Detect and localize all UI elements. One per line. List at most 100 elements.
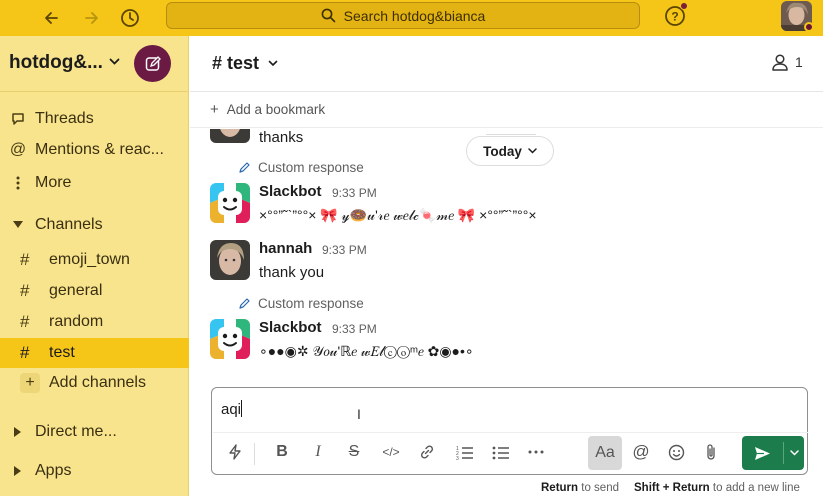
sidebar-item-test[interactable]: # test — [0, 338, 189, 368]
sidebar-item-label: Threads — [35, 110, 94, 127]
sender-name[interactable]: Slackbot — [259, 183, 322, 200]
message-text: thanks — [259, 129, 304, 146]
threads-icon — [8, 111, 28, 127]
sidebar: hotdog&... Threads @ Mentions & reac... … — [0, 36, 189, 496]
hash-icon: # — [20, 250, 30, 269]
custom-response-text: Custom response — [258, 296, 364, 311]
link-icon[interactable] — [412, 437, 442, 467]
ordered-list-icon[interactable]: 123 — [449, 437, 479, 467]
custom-response-label: Custom response — [238, 160, 364, 175]
sidebar-item-emoji-town[interactable]: # emoji_town — [0, 246, 189, 274]
sidebar-item-more[interactable]: More — [0, 169, 189, 197]
presence-dot — [804, 22, 814, 32]
formatting-toolbar: B I S </> 123 Aa @ — [213, 432, 808, 474]
add-channels-label: Add channels — [49, 374, 146, 391]
sidebar-item-threads[interactable]: Threads — [0, 105, 189, 133]
channels-section-label: Channels — [35, 216, 103, 233]
sidebar-item-label: More — [35, 174, 72, 191]
add-bookmark-link[interactable]: Add a bookmark — [227, 102, 325, 117]
shortcuts-lightning-icon[interactable] — [220, 437, 250, 467]
direct-messages-section-toggle[interactable]: Direct me... — [0, 418, 189, 446]
newline-hint: Shift + Return to add a new line — [634, 482, 800, 494]
sidebar-item-random[interactable]: # random — [0, 308, 189, 336]
custom-response-text: Custom response — [258, 160, 364, 175]
compose-button[interactable] — [134, 45, 171, 82]
notification-dot — [680, 2, 688, 10]
plus-icon[interactable]: + — [210, 101, 219, 118]
chevron-down-icon — [789, 450, 799, 456]
search-icon — [321, 8, 335, 23]
sender-name[interactable]: hannah — [259, 240, 312, 257]
caret-right-icon — [8, 466, 28, 476]
at-icon: @ — [9, 141, 27, 158]
workspace-header[interactable]: hotdog&... — [0, 36, 189, 92]
svg-text:3: 3 — [456, 456, 459, 460]
hash-icon: # — [20, 312, 30, 331]
pencil-icon — [239, 297, 250, 309]
direct-messages-label: Direct me... — [35, 423, 117, 440]
strikethrough-icon[interactable]: S — [339, 437, 369, 467]
member-count-button[interactable]: 1 — [771, 53, 803, 71]
formatting-toggle-label: Aa — [595, 444, 615, 461]
sidebar-item-general[interactable]: # general — [0, 277, 189, 305]
bold-icon[interactable]: B — [267, 437, 297, 467]
schedule-send-button[interactable] — [784, 436, 804, 470]
chevron-down-icon[interactable] — [109, 58, 120, 66]
chevron-down-icon[interactable] — [268, 60, 278, 67]
slackbot-avatar[interactable] — [210, 183, 250, 223]
more-horizontal-icon[interactable] — [521, 437, 551, 467]
sidebar-item-mentions[interactable]: @ Mentions & reac... — [0, 136, 189, 164]
message-text: ∘●●◉✲ 𝒴𝑜𝓊'ℝ𝑒 𝓌𝐸𝓁ⓒⓞᵐ𝑒 ✿◉●•∘ — [259, 343, 474, 359]
message-input[interactable]: aqi — [221, 400, 243, 418]
code-icon[interactable]: </> — [376, 437, 406, 467]
slackbot-avatar[interactable] — [210, 319, 250, 359]
add-channels-button[interactable]: + Add channels — [0, 369, 189, 397]
workspace-name[interactable]: hotdog&... — [9, 52, 103, 74]
sidebar-item-label: Mentions & reac... — [35, 141, 164, 158]
svg-text:?: ? — [671, 10, 678, 24]
toolbar-divider — [254, 443, 255, 465]
mention-at-icon[interactable]: @ — [626, 437, 656, 467]
caret-right-icon — [8, 427, 28, 437]
channel-name: random — [49, 313, 104, 330]
timestamp[interactable]: 9:33 PM — [332, 322, 377, 336]
bookmark-bar: + Add a bookmark — [190, 92, 823, 128]
apps-section-toggle[interactable]: Apps — [0, 457, 189, 485]
history-clock-icon[interactable] — [118, 6, 142, 30]
message-text: ×°°”˜`”°°× 🎀 𝓎🍩𝓊'𝓇𝑒 𝓌𝑒𝓁𝒸🍬𝓂𝑒 🎀 ×°°”˜`”°°× — [259, 207, 537, 223]
chevron-down-icon — [528, 148, 537, 154]
send-icon — [754, 446, 770, 460]
back-arrow-icon[interactable] — [39, 6, 63, 30]
pencil-icon — [239, 161, 250, 173]
message-list: thanks Today Custom response Slackbot 9:… — [190, 129, 823, 387]
forward-arrow-icon[interactable] — [80, 6, 104, 30]
emoji-smiley-icon[interactable] — [661, 437, 691, 467]
attachment-paperclip-icon[interactable] — [696, 437, 726, 467]
channel-title[interactable]: # test — [212, 53, 259, 74]
send-button[interactable] — [742, 436, 782, 470]
timestamp[interactable]: 9:33 PM — [332, 186, 377, 200]
more-vertical-icon — [8, 176, 28, 190]
person-icon — [772, 54, 788, 71]
timestamp[interactable]: 9:33 PM — [322, 243, 367, 257]
channel-header: # test 1 — [190, 36, 823, 92]
hash-icon: # — [20, 281, 30, 300]
hash-icon: # — [20, 343, 30, 362]
caret-down-icon — [8, 221, 28, 229]
avatar[interactable] — [210, 240, 250, 280]
channel-name: test — [49, 344, 75, 361]
channels-section-toggle[interactable]: Channels — [0, 211, 189, 239]
ibeam-cursor-icon: I — [357, 406, 361, 422]
send-button-group — [742, 436, 804, 470]
italic-icon[interactable]: I — [303, 437, 333, 467]
bulleted-list-icon[interactable] — [485, 437, 515, 467]
date-divider-button[interactable]: Today — [466, 136, 554, 166]
custom-response-label: Custom response — [238, 296, 364, 311]
sender-name[interactable]: Slackbot — [259, 319, 322, 336]
send-hint: Return to send — [541, 482, 619, 494]
avatar[interactable] — [210, 129, 250, 143]
message-input-value: aqi — [221, 401, 242, 418]
formatting-toggle-button[interactable]: Aa — [588, 436, 622, 470]
date-divider-line — [486, 134, 536, 135]
search-bar[interactable]: Search hotdog&bianca — [166, 2, 640, 29]
